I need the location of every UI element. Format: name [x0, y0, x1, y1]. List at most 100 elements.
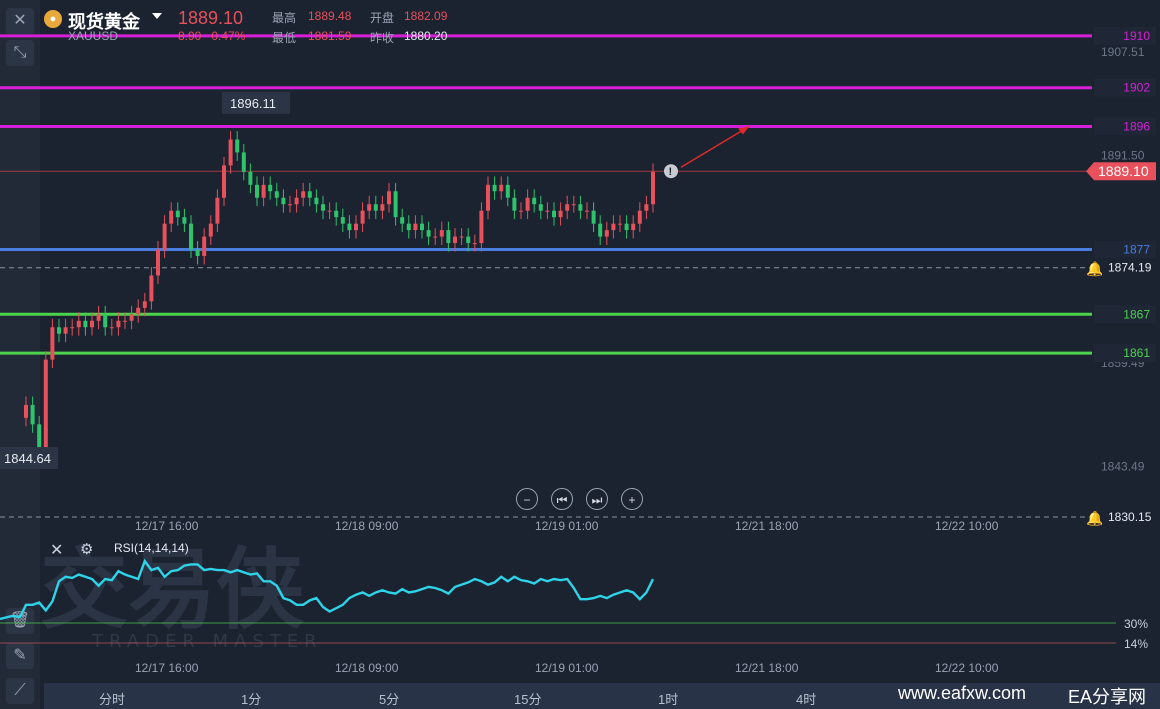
- tab-5m[interactable]: 5分: [379, 689, 399, 708]
- close-indicator-icon[interactable]: ✕: [50, 540, 63, 560]
- candle-body: [525, 197, 530, 211]
- candle-body: [57, 327, 61, 334]
- tab-1m[interactable]: 1分: [241, 689, 261, 708]
- open-value: 1882.09: [404, 9, 448, 23]
- candle-body: [591, 210, 596, 224]
- candle-body: [96, 314, 101, 321]
- price-change: 8.90 0.47%: [178, 29, 245, 43]
- info-icon-mark: !: [669, 166, 673, 178]
- candle-body: [340, 217, 345, 224]
- instrument-symbol: XAUUSD: [68, 29, 119, 43]
- candle-body: [433, 236, 438, 238]
- candle-body: [519, 210, 523, 212]
- candle-body: [182, 217, 187, 224]
- candle-body: [624, 223, 629, 231]
- candle-body: [420, 223, 424, 231]
- candle-body: [175, 210, 180, 218]
- candle-body: [651, 171, 655, 205]
- rsi-x-tick-label: 12/21 18:00: [735, 661, 799, 675]
- level-label-1867: 1867: [1123, 307, 1150, 321]
- high-marker-label: 1896.11: [230, 96, 276, 111]
- candle-body: [202, 236, 207, 257]
- trend-arrow: [680, 125, 750, 168]
- candle-body: [453, 236, 457, 244]
- candle-body: [558, 210, 563, 218]
- tab-4h[interactable]: 4时: [796, 689, 816, 708]
- current-price-label: 1889.10: [1098, 163, 1149, 179]
- rsi-x-tick-label: 12/22 10:00: [935, 661, 999, 675]
- x-tick-label: 12/22 10:00: [935, 519, 999, 533]
- candle-body: [215, 197, 220, 224]
- x-tick-label: 12/19 01:00: [535, 519, 599, 533]
- alert-label: 1874.19: [1108, 261, 1152, 275]
- candle-body: [136, 307, 141, 315]
- candle-body: [413, 223, 418, 231]
- rsi-x-tick-label: 12/18 09:00: [335, 661, 399, 675]
- dropdown-caret-icon[interactable]: [152, 13, 162, 19]
- candle-body: [439, 230, 444, 237]
- candle-body: [281, 197, 286, 205]
- level-label-1861: 1861: [1123, 346, 1150, 360]
- candle-body: [387, 191, 391, 205]
- candle-body: [43, 359, 48, 451]
- candle-body: [585, 210, 589, 212]
- step-back-icon[interactable]: ⏮: [551, 488, 573, 510]
- level-label-1877: 1877: [1123, 243, 1150, 257]
- candle-body: [248, 171, 253, 185]
- candle-body: [538, 204, 543, 211]
- rsi-title: RSI(14,14,14): [114, 541, 189, 555]
- watermark-ea: EA分享网: [1068, 687, 1147, 707]
- candle-body: [354, 223, 358, 231]
- candle-body: [116, 320, 121, 328]
- candle-body: [321, 204, 325, 211]
- candle-body: [208, 223, 213, 237]
- candle-body: [611, 223, 616, 231]
- candle-body: [360, 210, 365, 224]
- tab-timeshare[interactable]: 分时: [99, 689, 125, 708]
- low-value: 1881.59: [308, 29, 352, 43]
- bell-icon: 🔔: [1086, 261, 1103, 278]
- candle-body: [552, 210, 556, 218]
- bell-icon: 🔔: [1086, 510, 1103, 527]
- y-tick-label: 1907.51: [1101, 45, 1145, 59]
- candle-body: [512, 197, 517, 211]
- candle-body: [294, 197, 299, 205]
- candle-body: [268, 184, 273, 192]
- candle-body: [571, 204, 576, 206]
- change-percent: 0.47%: [211, 29, 246, 43]
- candle-body: [347, 223, 352, 231]
- candle-body: [367, 204, 372, 211]
- candle-body: [532, 197, 537, 205]
- candle-body: [235, 139, 240, 153]
- candle-body: [195, 249, 200, 257]
- zoom-in-icon[interactable]: +: [621, 488, 643, 510]
- candle-body: [228, 139, 233, 166]
- step-forward-icon[interactable]: ⏭: [586, 488, 608, 510]
- zoom-out-icon[interactable]: −: [516, 488, 538, 510]
- alert-label: 1830.15: [1108, 510, 1152, 524]
- candle-body: [400, 217, 405, 224]
- candle-body: [169, 210, 174, 224]
- candle-body: [30, 404, 35, 425]
- candle-body: [241, 152, 246, 172]
- level-label-1910: 1910: [1123, 29, 1150, 43]
- candle-body: [301, 191, 306, 198]
- candle-body: [466, 236, 471, 244]
- candle-body: [479, 210, 484, 244]
- candle-body: [604, 230, 609, 237]
- settings-icon[interactable]: ⚙: [80, 540, 93, 558]
- candle-body: [598, 223, 603, 237]
- price-chart[interactable]: 交易侠TRADER MASTER 1907.511891.501859.4918…: [0, 0, 1160, 709]
- high-value: 1889.48: [308, 9, 352, 23]
- candle-body: [486, 184, 490, 211]
- tab-15m[interactable]: 15分: [514, 689, 541, 708]
- candle-body: [393, 191, 398, 218]
- x-tick-label: 12/17 16:00: [135, 519, 199, 533]
- candle-body: [499, 184, 504, 192]
- rsi-x-tick-label: 12/19 01:00: [535, 661, 599, 675]
- prev-close-label: 昨收: [370, 31, 395, 45]
- x-tick-label: 12/18 09:00: [335, 519, 399, 533]
- candle-body: [472, 243, 477, 245]
- candle-body: [123, 320, 127, 322]
- tab-1h[interactable]: 1时: [658, 689, 678, 708]
